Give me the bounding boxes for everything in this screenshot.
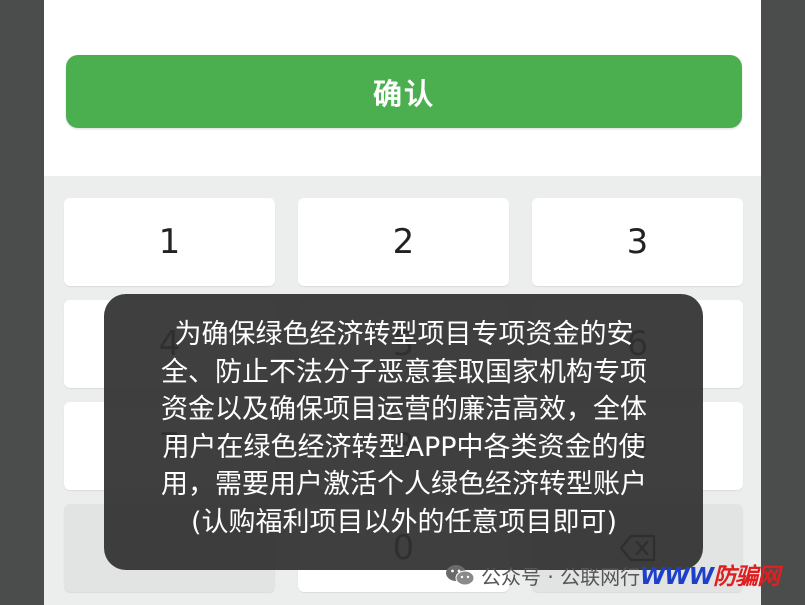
toast-message: 为确保绿色经济转型项目专项资金的安 全、防止不法分子恶意套取国家机构专项 资金以… xyxy=(104,294,703,570)
brand-watermark-name: 防骗网 xyxy=(713,564,780,590)
toast-line: 为确保绿色经济转型项目专项资金的安 xyxy=(174,319,634,350)
confirm-button[interactable]: 确认 xyxy=(66,55,742,128)
toast-line: 用，需要用户激活个人绿色经济转型账户 xyxy=(161,469,647,500)
left-backdrop xyxy=(0,0,44,605)
key-2[interactable]: 2 xyxy=(298,198,509,286)
wechat-watermark: 公众号 · 公联网行 xyxy=(445,558,640,592)
wechat-watermark-label: 公众号 · 公联网行 xyxy=(481,564,641,589)
toast-text: 为确保绿色经济转型项目专项资金的安 全、防止不法分子恶意套取国家机构专项 资金以… xyxy=(126,316,682,541)
brand-watermark-www: WWW xyxy=(640,564,714,590)
confirm-area: 确认 xyxy=(44,0,761,176)
toast-line: 全、防止不法分子恶意套取国家机构专项 xyxy=(161,356,647,388)
brand-watermark: WWW防骗网 xyxy=(640,557,780,591)
wechat-icon xyxy=(446,565,475,586)
right-backdrop xyxy=(761,0,805,605)
toast-line: (认购福利项目以外的任意项目即可) xyxy=(190,506,618,538)
toast-line: 用户在绿色经济转型APP中各类资金的使 xyxy=(162,431,646,463)
key-1[interactable]: 1 xyxy=(64,198,275,286)
toast-line: 资金以及确保项目运营的廉洁高效，全体 xyxy=(161,394,647,425)
key-3[interactable]: 3 xyxy=(532,198,743,286)
